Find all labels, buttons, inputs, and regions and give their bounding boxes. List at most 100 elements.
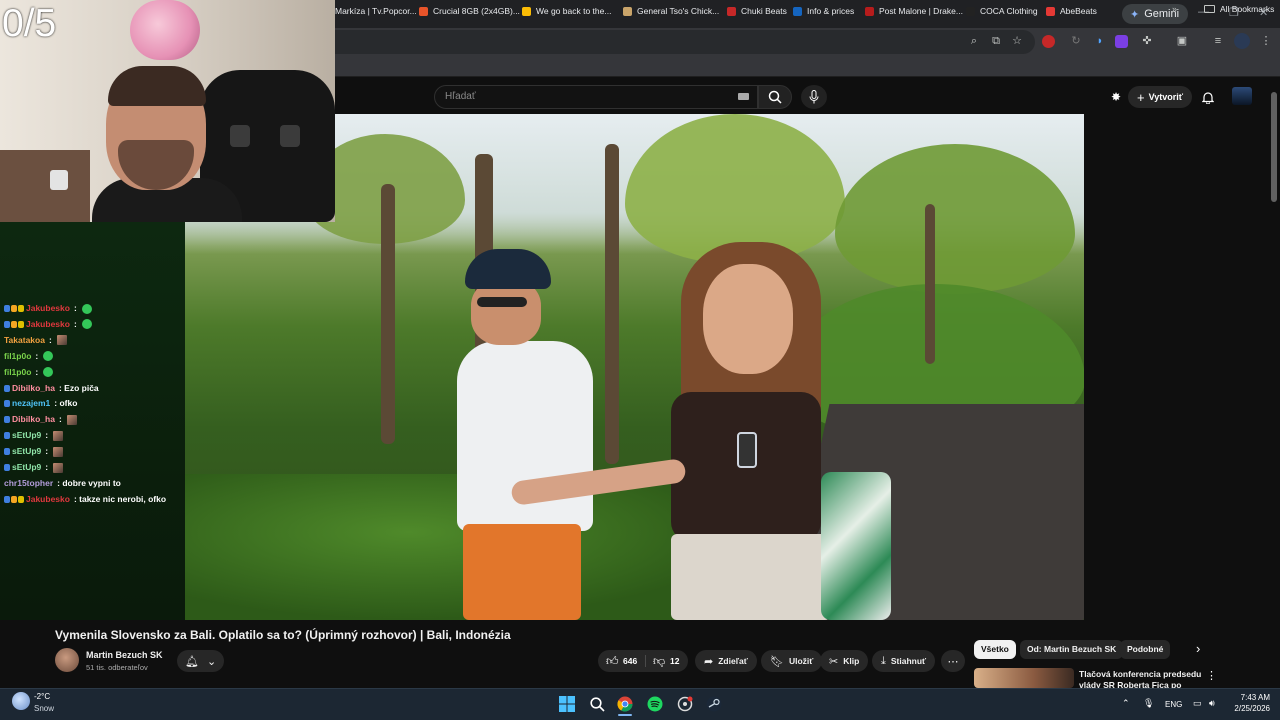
zoom-icon[interactable]: ⌕: [966, 33, 982, 49]
bookmark-item[interactable]: Chuki Beats: [727, 4, 787, 18]
chat-username[interactable]: nezajem1: [12, 398, 50, 409]
chip-all[interactable]: Všetko: [974, 640, 1016, 659]
download-button[interactable]: ⤓ Stiahnuť: [872, 650, 936, 672]
chat-text: :: [58, 414, 62, 425]
bookmark-item[interactable]: AbeBeats: [1046, 4, 1097, 18]
chat-username[interactable]: sEtUp9: [12, 446, 41, 457]
notifications-bell-icon[interactable]: [1199, 88, 1217, 106]
bookmark-label: We go back to the...: [536, 6, 612, 16]
chat-username[interactable]: fil1p0o: [4, 351, 31, 362]
bookmark-item[interactable]: Post Malone | Drake...: [865, 4, 963, 18]
bookmarks-overflow-icon[interactable]: »: [1172, 4, 1177, 14]
chip-from-channel[interactable]: Od: Martin Bezuch SK: [1020, 640, 1124, 659]
badge-icon: [4, 400, 10, 408]
gemini-button[interactable]: ✦ Gemini: [1122, 4, 1189, 24]
search-input[interactable]: Hľadať: [434, 85, 758, 109]
save-button[interactable]: 🔖︎ Uložiť: [761, 650, 823, 672]
weather-snow-icon[interactable]: [12, 692, 30, 710]
clip-button[interactable]: ✂ Klip: [820, 650, 869, 672]
chat-username[interactable]: sEtUp9: [12, 430, 41, 441]
chat-text: : ofko: [54, 398, 78, 409]
search-button[interactable]: [758, 85, 792, 109]
extensions-puzzle-icon[interactable]: ✜: [1139, 33, 1155, 49]
browser-menu-icon[interactable]: ⋮: [1258, 33, 1274, 49]
badge-icon: [4, 384, 10, 392]
bookmark-item[interactable]: Markíza | Tv.Popcor...: [335, 4, 417, 18]
share-button[interactable]: ➦ Zdieľať: [695, 650, 757, 672]
extension-arrow-icon[interactable]: ↻: [1068, 33, 1084, 49]
extension-red-icon[interactable]: [1042, 35, 1055, 48]
bookmark-label: AbeBeats: [1060, 6, 1097, 16]
recommended-thumbnail[interactable]: [974, 668, 1074, 688]
chat-message: Jakubesko: takze nic nerobi, ofko: [4, 494, 166, 505]
voice-search-button[interactable]: [801, 85, 827, 109]
create-button[interactable]: + Vytvoriť: [1128, 86, 1193, 108]
windows-start-icon[interactable]: [557, 694, 577, 714]
chrome-taskbar-icon[interactable]: [615, 694, 635, 714]
bookmark-label: Chuki Beats: [741, 6, 787, 16]
subscribed-notifications-button[interactable]: 🔔︎ ⌄: [177, 650, 225, 672]
chat-username[interactable]: Takatakoa: [4, 335, 45, 346]
tray-overflow-icon[interactable]: ⌃: [1122, 698, 1130, 709]
all-bookmarks-button[interactable]: All Bookmarks: [1204, 4, 1274, 14]
steam-taskbar-icon[interactable]: [704, 694, 724, 714]
profile-avatar-icon[interactable]: [1234, 33, 1250, 49]
bookmark-item[interactable]: We go back to the...: [522, 4, 611, 18]
weather-temperature[interactable]: -2°C: [34, 692, 50, 701]
media-controls-icon[interactable]: ≡: [1210, 33, 1226, 49]
bookmark-item[interactable]: Crucial 8GB (2x4GB)...: [419, 4, 520, 18]
chat-username[interactable]: Jakubesko: [26, 494, 70, 505]
app-taskbar-icon[interactable]: [675, 694, 695, 714]
page-scrollbar[interactable]: [1271, 92, 1277, 202]
chip-related[interactable]: Podobné: [1120, 640, 1171, 659]
chat-emote-icon: [66, 414, 77, 425]
taskbar-clock[interactable]: 7:43 AM 2/25/2026: [1228, 692, 1270, 714]
chat-badges: [4, 495, 24, 503]
chips-next-icon[interactable]: ›: [1196, 641, 1200, 656]
recommended-title[interactable]: Tlačová konferencia predsedu vlády SR Ro…: [1079, 669, 1209, 688]
weather-description[interactable]: Snow: [34, 704, 54, 713]
bookmark-item[interactable]: Info & prices: [793, 4, 854, 18]
chat-username[interactable]: Dibilko_ha: [12, 414, 55, 425]
extension-audio-icon[interactable]: ◗: [1092, 33, 1108, 49]
install-app-icon[interactable]: ⧉: [988, 33, 1004, 49]
gemini-icon: ✦: [1130, 8, 1140, 21]
account-avatar[interactable]: [1232, 87, 1252, 105]
chat-username[interactable]: Jakubesko: [26, 319, 70, 330]
chat-text: : takze nic nerobi, ofko: [73, 493, 167, 504]
gemini-sparkle-icon[interactable]: ✸: [1107, 88, 1125, 106]
active-app-indicator: [618, 714, 632, 716]
more-actions-button[interactable]: ⋯: [941, 650, 965, 672]
dislike-count[interactable]: 12: [670, 650, 679, 672]
thumbs-down-icon[interactable]: 👎︎: [653, 650, 665, 672]
taskbar-search-icon[interactable]: [587, 694, 607, 714]
reading-mode-icon[interactable]: ▣: [1174, 33, 1190, 49]
video-frame-trunk: [605, 144, 619, 464]
chat-username[interactable]: fil1p0o: [4, 367, 31, 378]
network-icon[interactable]: ▭: [1193, 698, 1202, 709]
spotify-taskbar-icon[interactable]: [645, 694, 665, 714]
bookmark-star-icon[interactable]: ☆: [1009, 33, 1025, 49]
microphone-tray-icon[interactable]: 🎙︎: [1143, 698, 1154, 709]
bookmark-item[interactable]: COCA Clothing: [966, 4, 1038, 18]
plush-toy: [130, 0, 200, 60]
chat-username[interactable]: sEtUp9: [12, 462, 41, 473]
chat-message: Takatakoa:: [4, 335, 67, 346]
chat-badges: [4, 384, 10, 392]
keyboard-icon[interactable]: [738, 93, 749, 100]
like-count[interactable]: 646: [623, 650, 637, 672]
channel-name[interactable]: Martin Bezuch SK: [86, 650, 163, 660]
subscriber-count: 51 tis. odberateľov: [86, 663, 148, 672]
language-indicator[interactable]: ENG: [1165, 700, 1182, 709]
chat-username[interactable]: chr15topher: [4, 478, 53, 489]
chat-username[interactable]: Dibilko_ha: [12, 383, 55, 394]
volume-icon[interactable]: 🔊︎: [1209, 698, 1215, 709]
chat-username[interactable]: Jakubesko: [26, 303, 70, 314]
address-bar[interactable]: [335, 30, 1035, 54]
bookmark-item[interactable]: General Tso's Chick...: [623, 4, 719, 18]
extension-twitch-icon[interactable]: [1115, 35, 1128, 48]
channel-avatar[interactable]: [55, 648, 79, 672]
recommended-menu-icon[interactable]: ⋮: [1206, 669, 1217, 682]
thumbs-up-icon[interactable]: 👍︎: [606, 650, 619, 672]
chat-text: :: [73, 303, 77, 313]
